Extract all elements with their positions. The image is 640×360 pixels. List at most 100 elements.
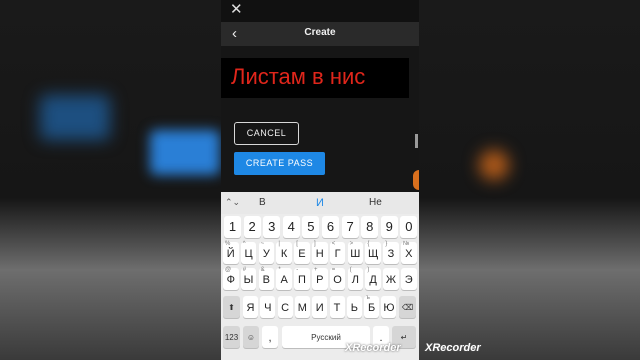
scrollbar-thumb[interactable] <box>415 134 418 148</box>
letter-key[interactable]: ъБ <box>364 295 380 318</box>
letter-key[interactable]: % Й <box>223 241 239 264</box>
letter-key[interactable]: -П <box>294 267 310 290</box>
key-label: О <box>333 274 342 286</box>
number-key[interactable]: 7 <box>341 216 359 238</box>
close-icon[interactable]: ✕ <box>230 2 243 18</box>
key-label: 7 <box>346 219 354 234</box>
blurred-shape <box>479 150 509 180</box>
letter-key[interactable]: [Е <box>294 241 310 264</box>
caption-text: Листам в нис <box>231 64 366 89</box>
key-hint: ] <box>314 241 316 247</box>
blurred-background-right <box>419 0 640 360</box>
key-hint: * <box>278 267 281 273</box>
letter-key[interactable]: Т <box>329 296 345 318</box>
letter-key[interactable]: Ч <box>260 296 276 318</box>
letter-key[interactable]: Э <box>401 268 417 290</box>
letter-key[interactable]: = О <box>329 267 346 290</box>
number-key[interactable]: 2 <box>243 216 261 238</box>
shift-icon[interactable]: ⬆ <box>223 296 240 318</box>
letter-key[interactable]: М <box>294 296 310 318</box>
key-hint: ) <box>367 267 370 273</box>
key-label: Б <box>367 302 376 314</box>
number-key[interactable]: 3 <box>263 216 281 238</box>
suggestion-item[interactable]: Не <box>369 197 382 208</box>
key-label: Э <box>404 274 413 286</box>
suggestion-item[interactable]: И <box>316 197 324 209</box>
letter-key[interactable]: № Х <box>401 241 417 264</box>
key-label: Е <box>298 248 306 260</box>
key-label: Щ <box>367 248 379 260</box>
key-label: 3 <box>268 219 276 234</box>
key-label: Ж <box>385 274 397 286</box>
letter-key[interactable]: Я <box>243 296 258 318</box>
key-hint: № <box>403 241 410 247</box>
cancel-button[interactable]: CANCEL <box>234 122 299 145</box>
number-key[interactable]: 5 <box>302 216 320 238</box>
suggestion-item[interactable]: В <box>259 197 266 208</box>
key-label: И <box>315 302 324 314</box>
key-label: 1 <box>228 219 237 234</box>
letter-key[interactable]: > Ш <box>347 241 364 264</box>
emoji-icon[interactable]: ☺ <box>243 326 259 348</box>
key-label: Л <box>351 274 359 286</box>
key-hint: @ <box>225 267 232 273</box>
backspace-icon[interactable]: ⌫ <box>399 296 416 318</box>
phone-screen: ✕ ‹ Create Листам в нис CANCEL CREATE PA… <box>221 0 419 360</box>
expand-suggestions-icon[interactable]: ⌃⌄ <box>225 197 240 208</box>
letter-key[interactable]: # Ы <box>240 267 257 290</box>
on-screen-keyboard: 1234567890 % Й ^ Ц ~ У | К[Е] Н < Г > Ш{Щ} З № Х @ Ф # Ы & В… <box>221 214 419 360</box>
number-key[interactable]: 0 <box>400 216 418 238</box>
letter-key[interactable]: ] Н <box>312 241 328 264</box>
letter-key[interactable]: (Л <box>347 267 364 290</box>
key-label: 5 <box>307 219 315 234</box>
number-key[interactable]: 4 <box>282 216 300 238</box>
key-hint: ъ <box>366 295 370 301</box>
letter-key[interactable]: & В <box>258 267 275 290</box>
number-key[interactable]: 8 <box>361 216 379 238</box>
watermark: XRecorder <box>425 342 481 354</box>
key-hint: & <box>260 267 265 273</box>
number-key[interactable]: 6 <box>322 216 339 238</box>
key-hint: # <box>242 267 247 273</box>
key-label: Ф <box>226 274 235 286</box>
key-label: М <box>297 302 307 314</box>
letter-key[interactable]: @ Ф <box>223 267 239 290</box>
letter-key[interactable]: | К <box>276 241 292 264</box>
create-pass-button[interactable]: CREATE PASS <box>234 152 325 175</box>
letter-key[interactable]: * А <box>276 267 292 290</box>
number-key[interactable]: 1 <box>224 216 241 238</box>
keyboard-row-3: ⬆ ⌫ ЯЧСМИТЬъБЮ <box>221 295 419 320</box>
letter-key[interactable]: Ю <box>381 296 397 318</box>
key-label: Р <box>316 274 324 286</box>
key-label: С <box>281 302 290 314</box>
comma-key[interactable]: , <box>262 326 278 348</box>
number-key[interactable]: 9 <box>380 216 398 238</box>
form-content: Листам в нис CANCEL CREATE PASS <box>221 46 419 192</box>
mode-switch-key[interactable]: 123 <box>223 326 240 348</box>
key-hint: + <box>314 267 318 273</box>
app-header: ‹ Create <box>221 22 419 46</box>
letter-key[interactable]: ~ У <box>258 241 275 264</box>
key-label: У <box>262 248 270 260</box>
letter-key[interactable]: < Г <box>329 241 346 264</box>
letter-key[interactable]: Ь <box>346 296 362 318</box>
key-hint: - <box>296 267 299 273</box>
key-label: 6 <box>326 219 335 234</box>
letter-key[interactable]: ) Д <box>365 267 381 290</box>
letter-key[interactable]: С <box>277 296 293 318</box>
letter-key[interactable]: И <box>312 296 328 318</box>
letter-key[interactable]: + Р <box>312 267 328 290</box>
key-label: К <box>280 248 288 260</box>
floating-button[interactable] <box>413 170 419 190</box>
blurred-background-left <box>0 0 221 360</box>
letter-key[interactable]: ^ Ц <box>240 241 257 264</box>
key-label: Х <box>405 248 413 260</box>
letter-key[interactable]: } З <box>383 241 399 264</box>
letter-key[interactable]: Ж <box>383 268 399 290</box>
key-label: 9 <box>385 219 393 234</box>
blurred-shape <box>150 130 220 175</box>
key-label: 4 <box>287 219 295 234</box>
letter-key[interactable]: {Щ <box>365 241 381 264</box>
screen: ✕ ‹ Create Листам в нис CANCEL CREATE PA… <box>0 0 640 360</box>
keyboard-row-1: % Й ^ Ц ~ У | К[Е] Н < Г > Ш{Щ} З № Х <box>221 241 419 266</box>
